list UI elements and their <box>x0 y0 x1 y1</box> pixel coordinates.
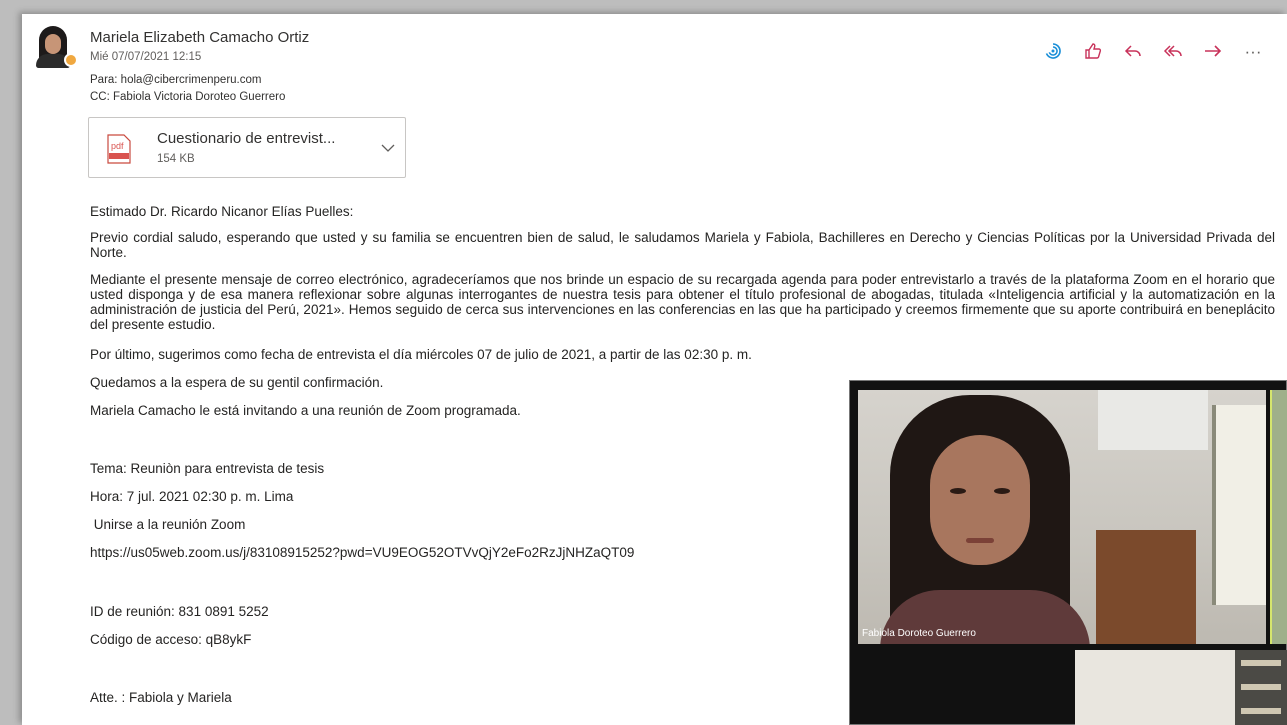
attachment-filename[interactable]: Cuestionario de entrevist... <box>157 130 335 147</box>
cc-recipients[interactable]: CC: Fabiola Victoria Doroteo Guerrero <box>90 91 285 103</box>
shelf-board <box>1241 684 1281 690</box>
message-actions-toolbar: ··· <box>1042 40 1264 64</box>
pdf-label: pdf <box>111 141 124 151</box>
paragraph-3: Por último, sugerimos como fecha de entr… <box>90 347 752 362</box>
background-door <box>1096 530 1196 644</box>
sender-avatar[interactable] <box>33 26 78 68</box>
zoom-video-screenshot: Fabiola Doroteo Guerrero <box>849 380 1287 725</box>
participant-video-tile: Fabiola Doroteo Guerrero <box>858 390 1266 644</box>
second-video-tile <box>1075 650 1287 725</box>
paragraph-1: Previo cordial saludo, esperando que ust… <box>90 230 1275 260</box>
more-icon[interactable]: ··· <box>1242 41 1264 63</box>
sent-date: Mié 07/07/2021 12:15 <box>90 51 202 63</box>
reply-all-icon[interactable] <box>1162 41 1184 63</box>
sender-name[interactable]: Mariela Elizabeth Camacho Ortiz <box>90 29 309 46</box>
reply-icon[interactable] <box>1122 41 1144 63</box>
participant-mouth <box>966 538 994 543</box>
active-speaker-tile <box>1270 390 1287 644</box>
to-recipients[interactable]: Para: hola@cibercrimenperu.com <box>90 74 261 86</box>
participant-face <box>930 435 1030 565</box>
chevron-down-icon[interactable] <box>379 139 397 157</box>
shelf-board <box>1241 708 1281 714</box>
background-shelf <box>1098 390 1208 450</box>
attachment-card[interactable]: pdf Cuestionario de entrevist... 154 KB <box>88 117 406 178</box>
shelf-board <box>1241 660 1281 666</box>
forward-icon[interactable] <box>1202 41 1224 63</box>
participant-eye-left <box>950 488 966 494</box>
pdf-file-icon: pdf <box>107 134 131 164</box>
like-icon[interactable] <box>1082 41 1104 63</box>
background-frame <box>1212 405 1266 605</box>
attachment-size: 154 KB <box>157 153 195 165</box>
greeting: Estimado Dr. Ricardo Nicanor Elías Puell… <box>90 204 354 219</box>
presence-status-icon <box>64 53 78 67</box>
avatar-face <box>45 34 61 54</box>
email-reading-pane: Mariela Elizabeth Camacho Ortiz Mié 07/0… <box>22 14 1287 725</box>
participant-name-label: Fabiola Doroteo Guerrero <box>862 628 976 639</box>
paragraph-2: Mediante el presente mensaje de correo e… <box>90 272 1275 332</box>
participant-eye-right <box>994 488 1010 494</box>
insights-icon[interactable] <box>1042 41 1064 63</box>
